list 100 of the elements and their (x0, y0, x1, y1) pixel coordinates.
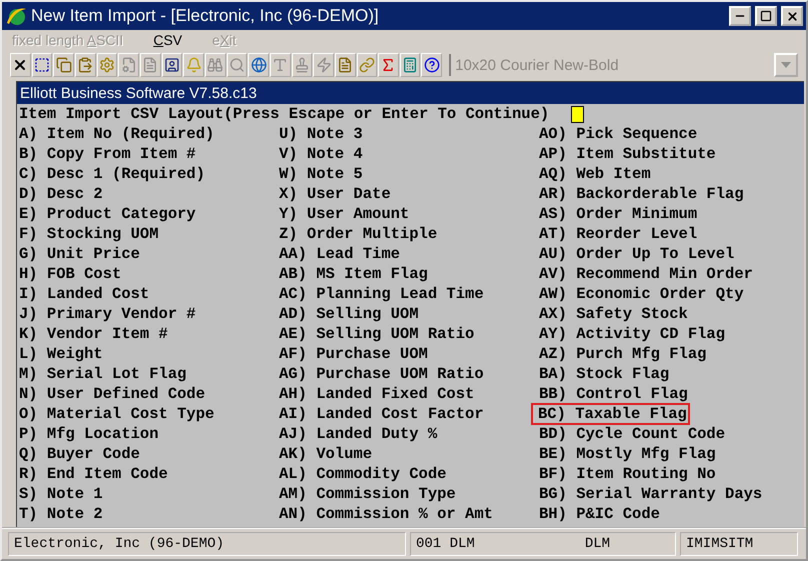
field-option: A) Item No (Required) (19, 124, 216, 144)
field-option: BE) Mostly Mfg Flag (539, 444, 718, 464)
contact-card-icon (164, 57, 180, 73)
help-tool-button[interactable] (421, 53, 442, 77)
calculator-tool-button[interactable] (400, 53, 420, 77)
dashed-square-icon (34, 57, 50, 73)
field-option: E) Product Category (19, 204, 198, 224)
function-tool-button[interactable] (378, 53, 399, 77)
field-option: T) Note 2 (19, 504, 105, 524)
paste-tool-button[interactable] (74, 53, 96, 77)
search-icon (228, 57, 245, 73)
field-option: AD) Selling UOM (279, 304, 421, 324)
paste-icon (77, 57, 94, 73)
field-option: N) User Defined Code (19, 384, 208, 404)
boltdoc-tool-button[interactable] (334, 53, 356, 77)
field-option: R) End Item Code (19, 464, 170, 484)
type-icon (272, 57, 288, 73)
field-option: Q) Buyer Code (19, 444, 142, 464)
field-option: D) Desc 2 (19, 184, 105, 204)
field-option: AF) Purchase UOM (279, 344, 430, 364)
bell-icon (186, 57, 202, 73)
field-option: F) Stocking UOM (19, 224, 161, 244)
field-option: U) Note 3 (279, 124, 365, 144)
field-option: BG) Serial Warranty Days (539, 484, 764, 504)
binoculars-icon (207, 57, 224, 73)
close-button[interactable] (781, 6, 803, 26)
globe-icon (250, 57, 267, 73)
banner-title: Elliott Business Software V7.58.c13 (20, 84, 257, 102)
field-option: AO) Pick Sequence (539, 124, 700, 144)
field-option: AB) MS Item Flag (279, 264, 430, 284)
field-option: I) Landed Cost (19, 284, 152, 304)
field-option: AK) Volume (279, 444, 374, 464)
field-option: AL) Commodity Code (279, 464, 448, 484)
field-option: AX) Safety Stock (539, 304, 690, 324)
field-option: AR) Backorderable Flag (539, 184, 746, 204)
company-status: Electronic, Inc (96-DEMO) (14, 536, 224, 552)
field-option: BB) Control Flag (539, 384, 690, 404)
field-option: BA) Stock Flag (539, 364, 672, 384)
field-option: P) Mfg Location (19, 424, 161, 444)
field-option: BF) Item Routing No (539, 464, 718, 484)
field-option: AV) Recommend Min Order (539, 264, 755, 284)
field-option: BC) Taxable Flag (532, 404, 689, 424)
maximize-icon (760, 10, 772, 22)
copy-icon (56, 57, 72, 73)
field-option: AW) Economic Order Qty (539, 284, 746, 304)
field-option: K) Vendor Item # (19, 324, 170, 344)
help-icon (424, 57, 440, 73)
file-gear-icon (120, 57, 137, 73)
field-option: X) User Date (279, 184, 393, 204)
field-option: BD) Cycle Count Code (539, 424, 728, 444)
link-tool-button[interactable] (356, 53, 378, 77)
minimize-button[interactable] (729, 6, 751, 26)
layout-heading: Item Import CSV Layout(Press Escape or Enter To Continue) (19, 104, 550, 124)
globe-tool-button[interactable] (248, 53, 269, 77)
field-option: W) Note 5 (279, 164, 365, 184)
settings-icon (98, 57, 115, 73)
stamp-icon (294, 57, 310, 73)
field-option: L) Weight (19, 344, 105, 364)
field-option: V) Note 4 (279, 144, 365, 164)
field-option: AZ) Purch Mfg Flag (539, 344, 708, 364)
field-option: Y) User Amount (279, 204, 412, 224)
field-option: AQ) Web Item (539, 164, 653, 184)
field-option: AY) Activity CD Flag (539, 324, 728, 344)
link-icon (358, 57, 375, 73)
close-icon (786, 10, 798, 22)
field-option: H) FOB Cost (19, 264, 124, 284)
copy-tool-button[interactable] (53, 53, 74, 77)
field-option: G) Unit Price (19, 244, 142, 264)
field-option: AE) Selling UOM Ratio (279, 324, 476, 344)
select-tool-button[interactable] (32, 53, 52, 77)
field-option: AS) Order Minimum (539, 204, 700, 224)
menu-item[interactable]: CSV (153, 32, 182, 52)
field-option: B) Copy From Item # (19, 144, 198, 164)
field-option: AT) Reorder Level (539, 224, 700, 244)
window-title: New Item Import - [Electronic, Inc (96-DEMO)] (31, 6, 380, 26)
field-option: M) Serial Lot Flag (19, 364, 188, 384)
field-option: O) Material Cost Type (19, 404, 216, 424)
field-option: AH) Landed Fixed Cost (279, 384, 476, 404)
calculator-icon (402, 57, 418, 73)
field-option: AG) Purchase UOM Ratio (279, 364, 486, 384)
lightning-icon (316, 57, 332, 73)
field-option: AJ) Landed Duty % (279, 424, 440, 444)
maximize-button[interactable] (755, 6, 777, 26)
field-option: AI) Landed Cost Factor (279, 404, 486, 424)
user-tool-button[interactable] (162, 53, 182, 77)
field-option: BH) P&IC Code (539, 504, 662, 524)
gear-tool-button[interactable] (96, 53, 118, 77)
user-status: 001 DLM (416, 536, 475, 552)
field-option: AN) Commission % or Amt (279, 504, 495, 524)
field-option: AM) Commission Type (279, 484, 458, 504)
field-option: AP) Item Substitute (539, 144, 718, 164)
field-option: AU) Order Up To Level (539, 244, 736, 264)
close-tool-button[interactable] (10, 53, 31, 77)
user-status: DLM (584, 536, 610, 552)
program-status: IMIMSITM (686, 536, 754, 552)
field-option: Z) Order Multiple (279, 224, 440, 244)
document-icon (142, 57, 158, 73)
field-option: S) Note 1 (19, 484, 105, 504)
field-option: C) Desc 1 (Required) (19, 164, 208, 184)
field-option: AC) Planning Lead Time (279, 284, 486, 304)
